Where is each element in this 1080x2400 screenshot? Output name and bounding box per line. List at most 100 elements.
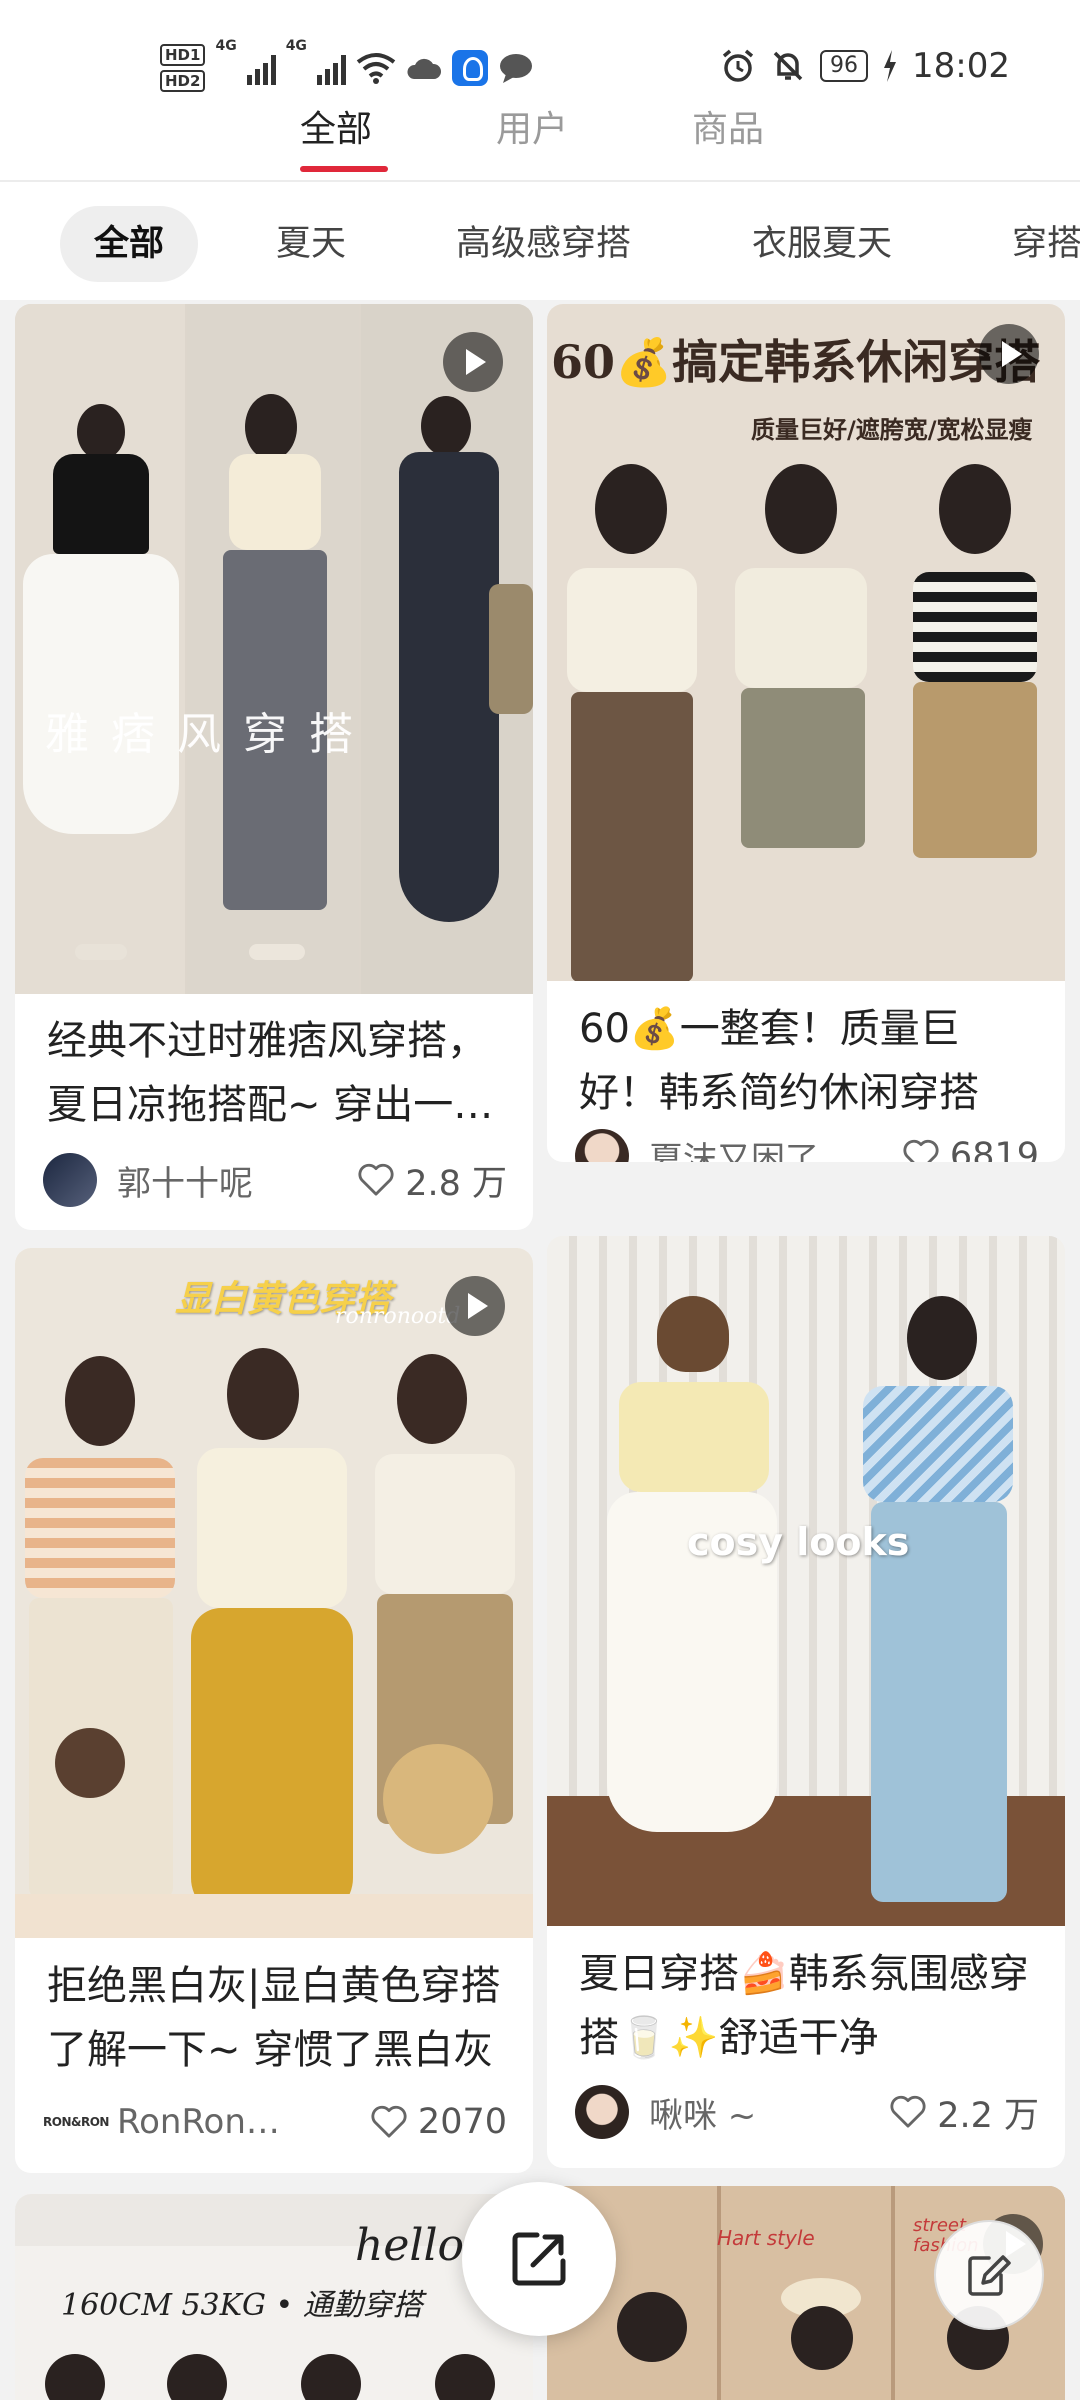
card-1-title[interactable]: 经典不过时雅痞风穿搭，夏日凉拖搭配~ 穿出一种优雅大方 [47, 1009, 507, 1137]
yellow-top [619, 1382, 769, 1492]
heart-icon[interactable] [370, 2105, 408, 2139]
yellow-skirt [191, 1608, 353, 1918]
card-2-author[interactable]: 夏沫又困了 [649, 1132, 902, 1163]
like-count: 2070 [417, 2102, 507, 2142]
feed-card-5[interactable]: hello 160CM 53KG • 通勤穿搭 [15, 2194, 533, 2400]
tote-bag [489, 584, 533, 714]
app-notification-icon [451, 50, 488, 86]
model-head [765, 464, 837, 554]
status-bar: HD1 HD2 4G 4G 96 18:02 [0, 0, 1080, 100]
card-1-overlay-text: 雅 痞 风 穿 搭 [45, 709, 357, 760]
feed-card-3[interactable]: 显白黄色穿搭 ronronootd 拒绝黑白灰|显白黄色穿搭了解一下~ 穿惯了黑… [15, 1248, 533, 2173]
outfit-panel-3 [361, 304, 533, 994]
blue-knit-top [863, 1386, 1013, 1502]
card-1-meta: 郭十十呢 2.8 万 [43, 1150, 507, 1210]
card-4-title[interactable]: 夏日穿搭🍰韩系氛围感穿搭🥛✨舒适干净 [579, 1942, 1039, 2070]
sandals [249, 944, 305, 960]
card-1-author[interactable]: 郭十十呢 [117, 1156, 357, 1205]
card-4-likes[interactable]: 2.2 万 [889, 2087, 1039, 2138]
outfit-panel-2 [187, 304, 359, 994]
card-3-author[interactable]: RonRon… [117, 2102, 370, 2142]
round-bag [55, 1728, 125, 1798]
card-6-overlay-subtext: Hart style [717, 2226, 815, 2250]
white-skirt [23, 554, 179, 834]
card-2-likes[interactable]: 6819 [902, 1136, 1039, 1162]
model-head [617, 2292, 687, 2362]
filter-chips: 全部 夏天 高级感穿搭 衣服夏天 穿搭 [0, 182, 1080, 300]
heart-icon[interactable] [889, 2095, 927, 2129]
edit-note-icon [968, 2255, 1011, 2296]
card-5-thumbnail[interactable]: hello 160CM 53KG • 通勤穿搭 [15, 2194, 533, 2400]
search-results-screen: HD1 HD2 4G 4G 96 18:02 全部 用户 商品 全部 夏天 高级… [0, 0, 1080, 2400]
feed-card-1[interactable]: 雅 痞 风 穿 搭 经典不过时雅痞风穿搭，夏日凉拖搭配~ 穿出一种优雅大方 郭十… [15, 304, 533, 1230]
clock: 18:02 [912, 46, 1010, 86]
card-5-overlay-subtext: hello [355, 2220, 465, 2271]
sim1-badge: HD1 [160, 44, 206, 66]
bottom-strip [15, 1894, 533, 1938]
like-count: 6819 [949, 1136, 1039, 1162]
card-4-thumbnail[interactable]: cosy looks [547, 1236, 1065, 1926]
sandals [75, 944, 127, 960]
brown-trousers [571, 692, 693, 981]
card-1-likes[interactable]: 2.8 万 [357, 1155, 507, 1206]
heart-icon[interactable] [357, 1163, 395, 1197]
cap-head [657, 1296, 729, 1372]
card-2-title[interactable]: 60💰一整套！质量巨好！韩系简约休闲穿搭 [579, 997, 1039, 1125]
model-head [939, 464, 1011, 554]
card-3-meta: RON&RON RonRon… 2070 [43, 2092, 507, 2152]
signal1-icon [246, 51, 276, 85]
chip-all[interactable]: 全部 [60, 206, 199, 282]
chip-outfits[interactable]: 穿搭 [1012, 206, 1080, 282]
author-logo[interactable]: RON&RON [43, 2115, 109, 2129]
network2-label: 4G [285, 38, 307, 54]
striped-top [913, 572, 1037, 682]
like-count: 2.8 万 [405, 1163, 507, 1204]
result-type-tabs: 全部 用户 商品 [0, 92, 1080, 182]
model-head [65, 1356, 135, 1446]
card-5-overlay-text: 160CM 53KG • 通勤穿搭 [61, 2288, 423, 2323]
share-icon [512, 2232, 566, 2286]
chip-premium-outfits[interactable]: 高级感穿搭 [456, 206, 631, 282]
chip-summer[interactable]: 夏天 [276, 206, 346, 282]
tab-users[interactable]: 用户 [496, 100, 568, 152]
heart-icon[interactable] [902, 1139, 940, 1162]
card-3-overlay-subtext: ronronootd [335, 1304, 461, 1329]
card-1-thumbnail[interactable]: 雅 痞 风 穿 搭 [15, 304, 533, 994]
striped-sweater [25, 1458, 175, 1598]
model-head [907, 1296, 977, 1380]
share-button[interactable] [462, 2182, 616, 2336]
black-jacket [53, 454, 149, 554]
author-avatar[interactable] [575, 1129, 629, 1162]
model-head [421, 396, 471, 456]
outfit-panel-1 [15, 304, 185, 994]
compose-button[interactable] [934, 2220, 1044, 2330]
white-tee [567, 568, 697, 692]
chip-summer-clothes[interactable]: 衣服夏天 [752, 206, 892, 282]
card-2-thumbnail[interactable]: 60💰搞定韩系休闲穿搭 质量巨好/遮胯宽/宽松显瘦 [547, 304, 1065, 981]
card-2-overlay-subtext: 质量巨好/遮胯宽/宽松显瘦 [751, 416, 1033, 444]
card-3-thumbnail[interactable]: 显白黄色穿搭 ronronootd [15, 1248, 533, 1938]
alarm-icon [722, 49, 754, 82]
card-3-title[interactable]: 拒绝黑白灰|显白黄色穿搭了解一下~ 穿惯了黑白灰 [47, 1954, 507, 2082]
card-2-meta: 夏沫又困了 6819 [575, 1128, 1039, 1162]
feed-card-4[interactable]: cosy looks 夏日穿搭🍰韩系氛围感穿搭🥛✨舒适干净 啾咪 ~ 2.2 万 [547, 1236, 1065, 2168]
video-play-icon [979, 324, 1039, 384]
tab-all[interactable]: 全部 [300, 100, 372, 152]
tab-products[interactable]: 商品 [692, 100, 764, 152]
card-2-overlay-text: 60💰搞定韩系休闲穿搭 [551, 335, 1041, 389]
author-avatar[interactable] [575, 2085, 629, 2139]
straw-hat [383, 1744, 493, 1854]
cream-shirt [229, 454, 321, 550]
model-head [397, 1354, 467, 1444]
signal2-icon [316, 51, 346, 85]
card-4-overlay-text: cosy looks [687, 1520, 910, 1564]
cream-blouse [197, 1448, 347, 1608]
model-head [595, 464, 667, 554]
card-4-author[interactable]: 啾咪 ~ [649, 2088, 889, 2137]
battery-level: 96 [820, 50, 869, 82]
card-3-likes[interactable]: 2070 [370, 2102, 507, 2142]
author-avatar[interactable] [43, 1153, 97, 1207]
khaki-shorts [741, 688, 865, 848]
feed-card-2[interactable]: 60💰搞定韩系休闲穿搭 质量巨好/遮胯宽/宽松显瘦 60💰一整套！质量巨好！韩系… [547, 304, 1065, 1162]
mute-icon [773, 51, 803, 81]
